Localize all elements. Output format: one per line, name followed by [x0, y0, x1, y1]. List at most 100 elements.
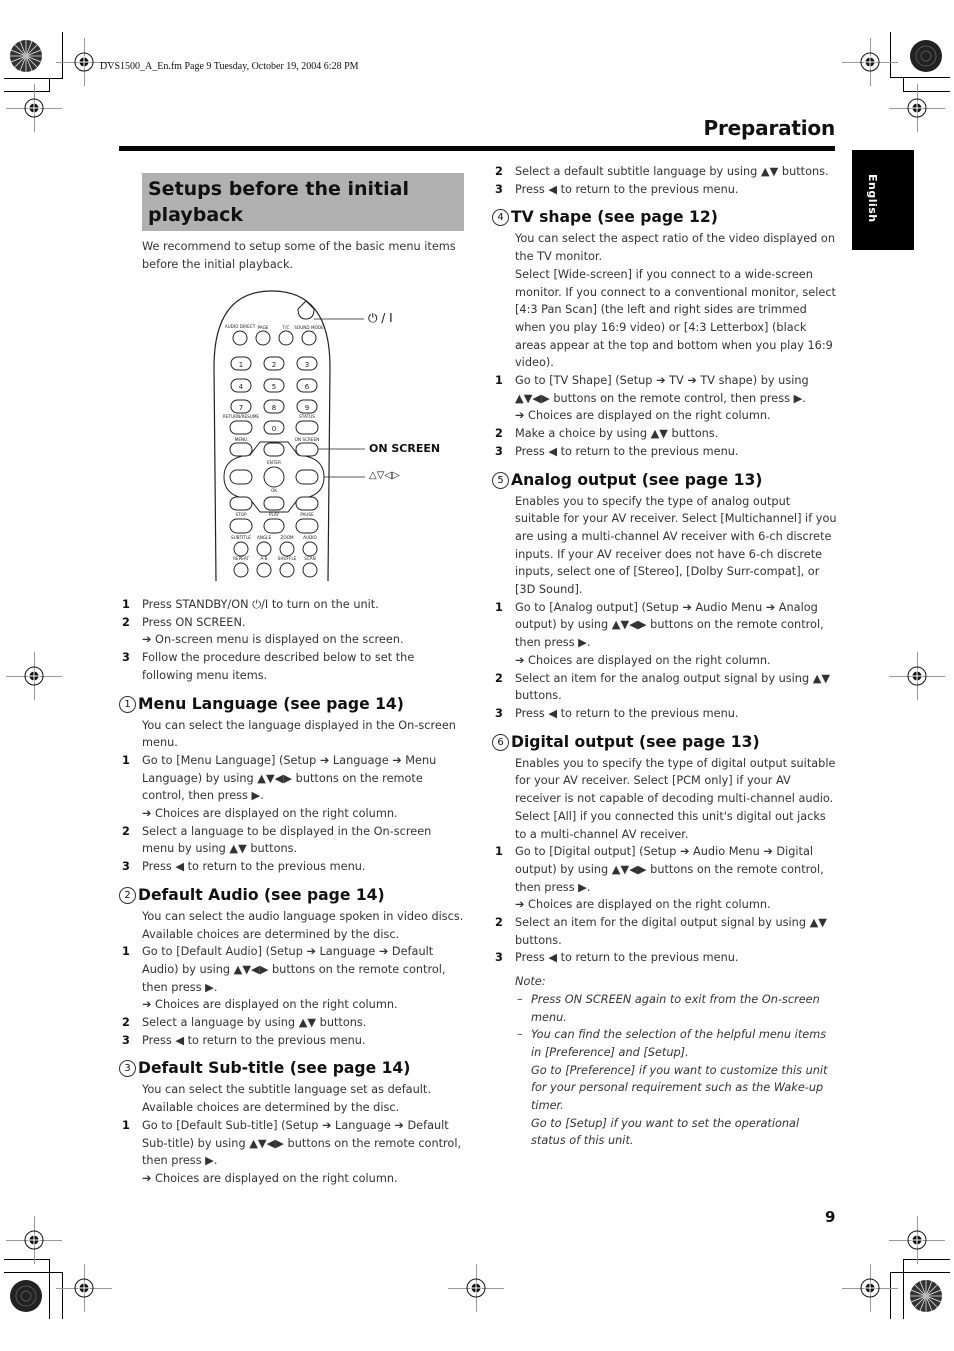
color-target-icon	[10, 1280, 42, 1312]
crop-mark	[4, 1272, 63, 1273]
print-header: DVS1500_A_En.fm Page 9 Tuesday, October …	[100, 61, 359, 72]
step-text: ➔ Choices are displayed on the right col…	[515, 898, 771, 912]
section-description: Enables you to specify the type of analo…	[515, 494, 837, 597]
step-item: 1 Go to [Digital output] (Setup ➔ Audio M…	[492, 843, 837, 896]
section-title: 6 Digital output (see page 13)	[492, 731, 837, 753]
section-title: 2 Default Audio (see page 14)	[119, 884, 464, 906]
step-number: 3	[122, 651, 130, 665]
svg-text:OK: OK	[271, 488, 277, 493]
note-text: You can find the selection of the helpfu…	[531, 1028, 827, 1059]
section-header: Preparation	[703, 116, 836, 140]
crop-mark	[890, 1272, 891, 1319]
step-text: Press ◀ to return to the previous menu.	[515, 951, 739, 965]
section-title-text: TV shape (see page 12)	[511, 208, 718, 227]
on-screen-callout: ON SCREEN	[369, 442, 441, 455]
svg-text:6: 6	[305, 383, 310, 391]
step-item: 3 Press ◀ to return to the previous menu.	[492, 949, 837, 967]
step-number: 3	[495, 706, 503, 720]
step-item: 2 Select an item for the digital output s…	[492, 914, 837, 949]
step-number: 1	[495, 600, 503, 614]
step-text: Press ◀ to return to the previous menu.	[515, 444, 739, 458]
step-item: 3 Press ◀ to return to the previous menu.	[492, 443, 837, 461]
left-column: 1 Press STANDBY/ON ⏻/I to turn on the uni…	[119, 596, 464, 1188]
section-title-text: Digital output (see page 13)	[511, 732, 760, 751]
section-number-icon: 5	[492, 471, 509, 489]
svg-text:SCAN: SCAN	[304, 556, 316, 561]
svg-text:0: 0	[272, 425, 276, 433]
section-number-icon: 6	[492, 733, 509, 751]
step-text: Go to [Default Audio] (Setup ➔ Language …	[142, 945, 446, 994]
step-text: Go to [Menu Language] (Setup ➔ Language …	[142, 753, 437, 803]
section-description: Enables you to specify the type of digit…	[515, 756, 836, 841]
step-number: 3	[122, 1033, 130, 1047]
note-label: Note:	[515, 975, 546, 989]
step-text: ➔ Choices are displayed on the right col…	[515, 409, 771, 423]
step-result: ➔ Choices are displayed on the right col…	[492, 896, 837, 914]
step-number: 1	[122, 945, 130, 959]
arrows-callout: △▽◁▷	[369, 470, 400, 481]
remote-control-icon: 1 2 3 4 5 6 7 8 9 0 AUDIO DIRECT PAGE T/C SOUND M…	[213, 290, 365, 582]
svg-text:ANGLE: ANGLE	[257, 535, 272, 540]
step-item: 3 Press ◀ to return to the previous menu.	[492, 181, 837, 199]
svg-text:SOUND MODE: SOUND MODE	[294, 325, 324, 330]
step-text: ➔ Choices are displayed on the right col…	[142, 1171, 398, 1185]
svg-text:PLAY: PLAY	[269, 512, 279, 517]
svg-text:STATUS: STATUS	[299, 414, 315, 419]
section-title: 1 Menu Language (see page 14)	[119, 693, 464, 715]
section-title-text: Analog output (see page 13)	[511, 470, 763, 489]
language-tab: English	[852, 150, 914, 250]
step-number: 1	[495, 374, 503, 388]
step-number: 2	[495, 916, 503, 930]
crop-mark	[62, 1272, 63, 1319]
step-number: 3	[495, 444, 503, 458]
svg-text:PAGE: PAGE	[258, 325, 269, 330]
step-text: ➔ Choices are displayed on the right col…	[142, 807, 398, 821]
crop-mark	[903, 1259, 904, 1319]
svg-text:ON SCREEN: ON SCREEN	[295, 437, 320, 442]
step-result: ➔ Choices are displayed on the right col…	[492, 407, 837, 425]
svg-text:AUDIO DIRECT: AUDIO DIRECT	[225, 324, 256, 329]
page-number: 9	[825, 1208, 836, 1226]
step-item: 2 Select an item for the analog output si…	[492, 670, 837, 705]
step-item: 3 Press ◀ to return to the previous menu.	[119, 1032, 464, 1050]
section-number-icon: 1	[119, 695, 136, 713]
section-title-text: Default Sub-title (see page 14)	[138, 1059, 411, 1078]
step-number: 3	[122, 860, 130, 874]
svg-text:STOP: STOP	[235, 512, 247, 517]
step-text: Select an item for the analog output sig…	[515, 671, 831, 703]
step-item: 3 Press ◀ to return to the previous menu.	[492, 705, 837, 723]
section-title: 3 Default Sub-title (see page 14)	[119, 1057, 464, 1079]
section-description: You can select the aspect ratio of the v…	[515, 232, 835, 264]
step-text: Press ◀ to return to the previous menu.	[515, 182, 739, 196]
note-extra: Go to [Preference] if you want to custom…	[531, 1063, 828, 1113]
section-number-icon: 4	[492, 209, 509, 227]
step-text: Press ON SCREEN.	[142, 615, 246, 629]
step-item: 1 Go to [Default Audio] (Setup ➔ Language…	[119, 943, 464, 996]
crop-mark	[4, 78, 63, 79]
remote-control-illustration: 1 2 3 4 5 6 7 8 9 0 AUDIO DIRECT PAGE T/C SOUND M…	[210, 287, 460, 582]
step-item: 1 Go to [Analog output] (Setup ➔ Audio Me…	[492, 599, 837, 652]
note-block: Note: – Press ON SCREEN again to exit from…	[492, 973, 837, 1150]
step-item: 1 Go to [TV Shape] (Setup ➔ TV ➔ TV shape…	[492, 372, 837, 407]
step-text: ➔ Choices are displayed on the right col…	[515, 653, 771, 667]
section-title-text: Menu Language (see page 14)	[138, 694, 404, 713]
svg-text:SUBTITLE: SUBTITLE	[231, 535, 251, 540]
svg-text:8: 8	[272, 404, 276, 412]
setup-title-box: Setups before the initial playback	[142, 173, 464, 231]
step-text: ➔ On-screen menu is displayed on the scr…	[142, 633, 404, 647]
svg-text:9: 9	[305, 404, 309, 412]
svg-text:REPEAT: REPEAT	[233, 556, 249, 561]
svg-text:A-B: A-B	[260, 556, 267, 561]
step-text: Press ◀ to return to the previous menu.	[142, 1033, 366, 1047]
svg-text:5: 5	[272, 383, 276, 391]
step-text: Go to [Digital output] (Setup ➔ Audio Me…	[515, 845, 824, 894]
crop-mark	[890, 77, 950, 78]
note-item: – Press ON SCREEN again to exit from the …	[515, 991, 837, 1026]
svg-text:7: 7	[239, 404, 243, 412]
crop-mark	[4, 1259, 50, 1260]
svg-text:3: 3	[305, 361, 309, 369]
step-text: Select a language to be displayed in the…	[142, 824, 432, 856]
step-number: 3	[495, 951, 503, 965]
step-text: Follow the procedure described below to …	[142, 651, 415, 682]
step-number: 2	[495, 165, 503, 178]
